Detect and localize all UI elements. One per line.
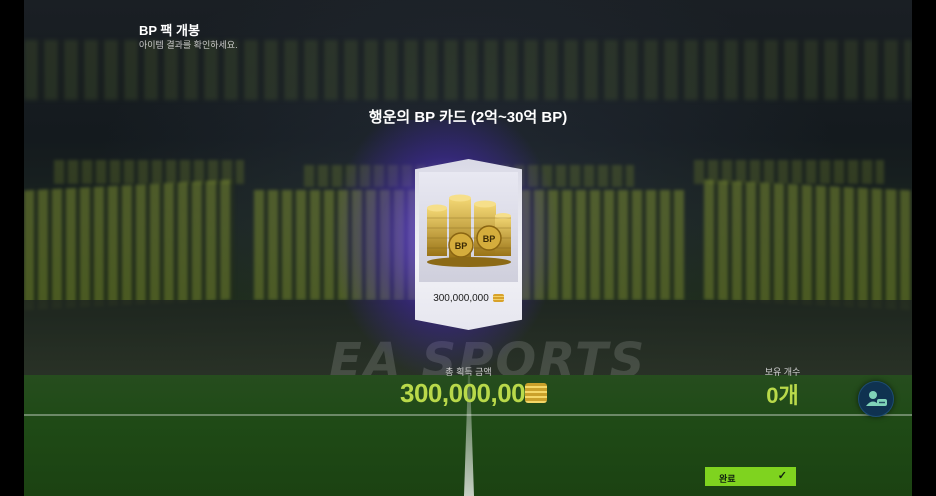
card-amount: 300,000,000	[415, 293, 522, 304]
total-value: 300,000,000	[400, 378, 540, 408]
owned-label: 보유 개수	[764, 367, 801, 377]
check-icon: ✓	[777, 470, 787, 482]
bp-coins-icon: BP BP	[427, 194, 511, 267]
coin-stack-icon	[525, 383, 547, 403]
card-name: 행운의 BP 카드 (2억~30억 BP)	[368, 109, 568, 126]
stand-left	[24, 179, 234, 311]
stand-right	[704, 179, 912, 311]
people-chat-icon	[866, 391, 887, 406]
done-label: 완료	[719, 474, 736, 484]
done-button[interactable]: 완료 ✓	[705, 467, 796, 486]
page-subtitle: 아이템 결과를 확인하세요.	[139, 40, 238, 50]
friend-chat-button[interactable]	[858, 381, 894, 417]
svg-text:BP: BP	[483, 234, 496, 244]
svg-text:BP: BP	[455, 241, 468, 251]
page-title: BP 팩 개봉	[139, 23, 200, 38]
total-label: 총 획득 금액	[445, 367, 492, 377]
coin-stack-icon	[492, 294, 504, 302]
owned-value: 0개	[766, 383, 799, 408]
card-amount-value: 300,000,000	[433, 293, 489, 304]
